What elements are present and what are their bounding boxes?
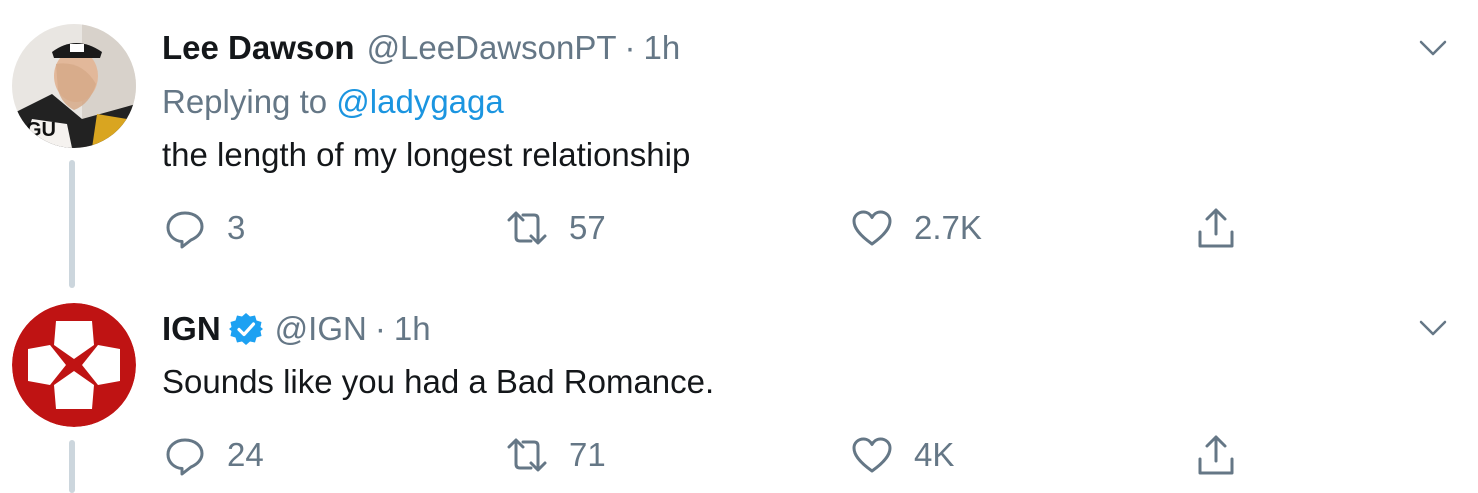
like-button[interactable]: 4K: [850, 430, 954, 480]
svg-text:GU: GU: [26, 119, 56, 141]
heart-icon: [852, 210, 892, 246]
avatar[interactable]: GU: [12, 24, 136, 148]
tweet-text: Sounds like you had a Bad Romance.: [162, 363, 715, 400]
retweet-button[interactable]: 57: [505, 203, 606, 253]
share-button[interactable]: [1194, 203, 1238, 253]
separator-dot: ·: [624, 29, 636, 66]
tweet-lee-dawson[interactable]: GU Lee Dawson @LeeDawsonPT · 1h Replying…: [0, 0, 1478, 290]
share-icon: [1198, 208, 1234, 248]
like-button[interactable]: 2.7K: [850, 203, 982, 253]
author-handle[interactable]: @IGN: [275, 309, 367, 349]
replying-prefix: Replying to: [162, 83, 328, 120]
reply-icon: [166, 438, 204, 476]
tweet-text: the length of my longest relationship: [162, 136, 691, 173]
reply-count: 3: [227, 209, 246, 246]
timestamp[interactable]: 1h: [644, 28, 681, 68]
like-count: 4K: [914, 436, 955, 473]
like-count: 2.7K: [914, 209, 982, 246]
retweet-icon: [507, 211, 547, 245]
action-bar: 3 57 2.7K: [0, 203, 1478, 253]
tweet-header: IGN @IGN · 1h: [162, 309, 431, 349]
timestamp[interactable]: 1h: [394, 309, 431, 349]
reply-icon: [166, 211, 204, 249]
reply-count: 24: [227, 436, 264, 473]
mention-link[interactable]: @ladygaga: [336, 83, 503, 120]
share-icon: [1198, 435, 1234, 475]
retweet-icon: [507, 438, 547, 472]
share-button[interactable]: [1194, 430, 1238, 480]
action-bar: 24 71 4K: [0, 430, 1478, 480]
author-name[interactable]: Lee Dawson: [162, 28, 355, 68]
author-handle[interactable]: @LeeDawsonPT: [367, 28, 617, 68]
chevron-down-icon[interactable]: [1418, 318, 1448, 338]
author-name[interactable]: IGN: [162, 309, 221, 349]
retweet-count: 57: [569, 209, 606, 246]
tweet-ign[interactable]: IGN @IGN · 1h Sounds like you had a Bad …: [0, 290, 1478, 493]
tweet-header: Lee Dawson @LeeDawsonPT · 1h: [162, 28, 680, 68]
user-photo-avatar-icon: GU: [12, 24, 136, 148]
retweet-count: 71: [569, 436, 606, 473]
replying-to: Replying to @ladygaga: [162, 82, 504, 122]
reply-button[interactable]: 3: [163, 203, 245, 253]
reply-button[interactable]: 24: [163, 430, 264, 480]
avatar[interactable]: [12, 303, 136, 427]
chevron-down-icon[interactable]: [1418, 38, 1448, 58]
verified-badge-icon: [228, 313, 263, 345]
retweet-button[interactable]: 71: [505, 430, 606, 480]
ign-logo-avatar-icon: [12, 303, 136, 427]
heart-icon: [852, 437, 892, 473]
separator-dot: ·: [374, 310, 386, 347]
